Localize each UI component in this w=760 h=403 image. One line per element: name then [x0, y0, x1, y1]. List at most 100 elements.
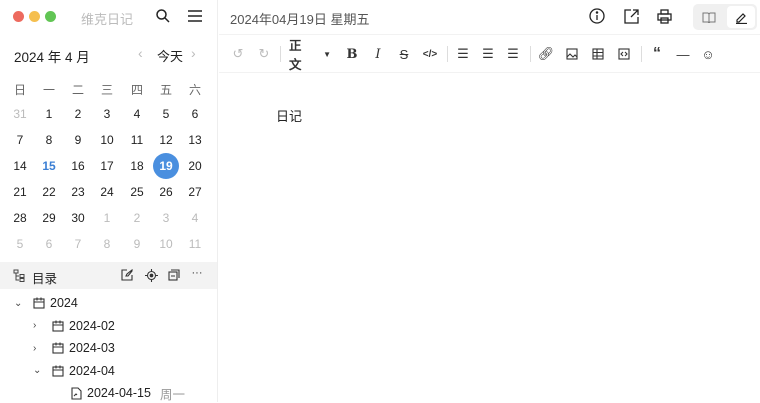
calendar-day[interactable]: 4	[124, 101, 150, 127]
print-icon[interactable]	[655, 7, 673, 25]
chevron-down-icon[interactable]: ⌄	[14, 298, 26, 309]
maximize-window-button[interactable]	[45, 11, 56, 22]
tree-item[interactable]: ⌄ 2024	[14, 293, 78, 313]
calendar-day[interactable]: 8	[36, 127, 62, 153]
task-list-button[interactable]: ☰	[504, 44, 522, 64]
calendar-day[interactable]: 12	[153, 127, 179, 153]
editor-content[interactable]: 日记	[276, 106, 302, 125]
calendar-day[interactable]: 20	[182, 153, 208, 179]
undo-button[interactable]: ↺	[229, 44, 247, 64]
calendar-day[interactable]: 7	[7, 127, 33, 153]
table-button[interactable]	[589, 44, 607, 64]
calendar-day[interactable]: 11	[182, 231, 208, 257]
app-title: 维克日记	[81, 12, 134, 27]
calendar-day[interactable]: 9	[124, 231, 150, 257]
weekday-label: 一	[42, 82, 55, 97]
code-block-button[interactable]	[615, 44, 633, 64]
calendar-day[interactable]: 10	[153, 231, 179, 257]
chevron-right-icon[interactable]: ›	[33, 320, 45, 331]
horizontal-rule-button[interactable]: —	[674, 44, 692, 64]
edit-mode-button[interactable]	[727, 6, 755, 28]
tree-item-label: 2024-04	[69, 363, 115, 378]
bullet-list-button[interactable]: ☰	[454, 44, 472, 64]
prev-month-button[interactable]: ‹	[138, 45, 143, 61]
calendar-day[interactable]: 9	[65, 127, 91, 153]
tree-item-label: 2024-03	[69, 341, 115, 355]
today-button[interactable]: 今天	[157, 46, 183, 65]
minimize-window-button[interactable]	[29, 11, 40, 22]
calendar-day[interactable]: 29	[36, 205, 62, 231]
bold-button[interactable]: B	[343, 44, 361, 64]
chevron-right-icon[interactable]: ›	[33, 343, 45, 354]
calendar-month-label: 2024 年 4 月	[14, 50, 90, 65]
calendar-day[interactable]: 26	[153, 179, 179, 205]
calendar-day[interactable]: 6	[182, 101, 208, 127]
calendar-day[interactable]: 28	[7, 205, 33, 231]
info-icon[interactable]	[588, 7, 606, 25]
calendar-day[interactable]: 5	[7, 231, 33, 257]
strikethrough-button[interactable]: S	[395, 44, 413, 64]
calendar-day[interactable]: 13	[182, 127, 208, 153]
emoji-button[interactable]: ☺	[699, 44, 717, 64]
tree-item[interactable]: › 2024-03	[33, 338, 115, 358]
calendar-day-today[interactable]: 15	[36, 153, 62, 179]
calendar-day[interactable]: 27	[182, 179, 208, 205]
redo-button[interactable]: ↻	[255, 44, 273, 64]
close-window-button[interactable]	[13, 11, 24, 22]
calendar-day[interactable]: 3	[153, 205, 179, 231]
calendar-day[interactable]: 2	[65, 101, 91, 127]
calendar-day[interactable]: 22	[36, 179, 62, 205]
calendar-day[interactable]: 4	[182, 205, 208, 231]
calendar-day[interactable]: 8	[94, 231, 120, 257]
calendar-day-selected[interactable]: 19	[153, 153, 179, 179]
read-mode-button[interactable]	[697, 7, 721, 27]
quote-button[interactable]: “	[648, 44, 666, 64]
tree-item[interactable]: › 2024-02	[33, 316, 115, 336]
edit-icon[interactable]	[120, 268, 134, 282]
weekday-label: 六	[188, 82, 201, 97]
calendar-day[interactable]: 6	[36, 231, 62, 257]
weekday-label: 二	[71, 82, 84, 97]
calendar-day[interactable]: 31	[7, 101, 33, 127]
tree-item-label: 2024	[50, 296, 78, 310]
numbered-list-button[interactable]: ☰	[479, 44, 497, 64]
calendar-icon	[52, 342, 64, 354]
calendar-day[interactable]: 7	[65, 231, 91, 257]
calendar-day[interactable]: 25	[124, 179, 150, 205]
chevron-down-icon: ▼	[323, 49, 331, 59]
chevron-down-icon[interactable]: ⌄	[33, 365, 45, 376]
search-icon[interactable]	[154, 7, 172, 25]
inline-code-button[interactable]: </>	[420, 44, 440, 64]
main-area: 2024年04月19日 星期五 ↺ ↻ 正文 ▼ B I S </> ☰ ☰ ☰ …	[219, 0, 760, 402]
locate-icon[interactable]	[144, 268, 158, 282]
paragraph-style-select[interactable]: 正文 ▼	[289, 39, 331, 72]
calendar-day[interactable]: 16	[65, 153, 91, 179]
tree-item[interactable]: ⌄ 2024-04	[33, 361, 115, 381]
italic-button[interactable]: I	[369, 44, 387, 64]
calendar-day[interactable]: 10	[94, 127, 120, 153]
calendar-day[interactable]: 5	[153, 101, 179, 127]
export-icon[interactable]	[622, 7, 640, 25]
link-button[interactable]: 🔗︎	[537, 44, 555, 64]
calendar-day[interactable]: 2	[124, 205, 150, 231]
calendar-day[interactable]: 14	[7, 153, 33, 179]
tree-item[interactable]: 2024-04-15 周一	[52, 383, 185, 403]
collapse-all-icon[interactable]	[167, 268, 181, 282]
calendar-day[interactable]: 30	[65, 205, 91, 231]
calendar-day[interactable]: 3	[94, 101, 120, 127]
image-button[interactable]	[563, 44, 581, 64]
file-icon	[71, 386, 82, 400]
calendar-day[interactable]: 18	[124, 153, 150, 179]
next-month-button[interactable]: ›	[191, 45, 196, 61]
calendar-day[interactable]: 1	[94, 205, 120, 231]
sidebar: 维克日记 2024 年 4 月 ‹ 今天 › 日一二三四五六 31 1 2 3 4 5 6 7 8…	[0, 0, 218, 402]
calendar-day[interactable]: 1	[36, 101, 62, 127]
more-icon[interactable]: ···	[190, 266, 204, 280]
tree-item-label: 2024-02	[69, 318, 115, 333]
calendar-day[interactable]: 21	[7, 179, 33, 205]
calendar-day[interactable]: 24	[94, 179, 120, 205]
calendar-day[interactable]: 11	[124, 127, 150, 153]
calendar-day[interactable]: 17	[94, 153, 120, 179]
menu-icon[interactable]	[186, 7, 204, 25]
calendar-day[interactable]: 23	[65, 179, 91, 205]
